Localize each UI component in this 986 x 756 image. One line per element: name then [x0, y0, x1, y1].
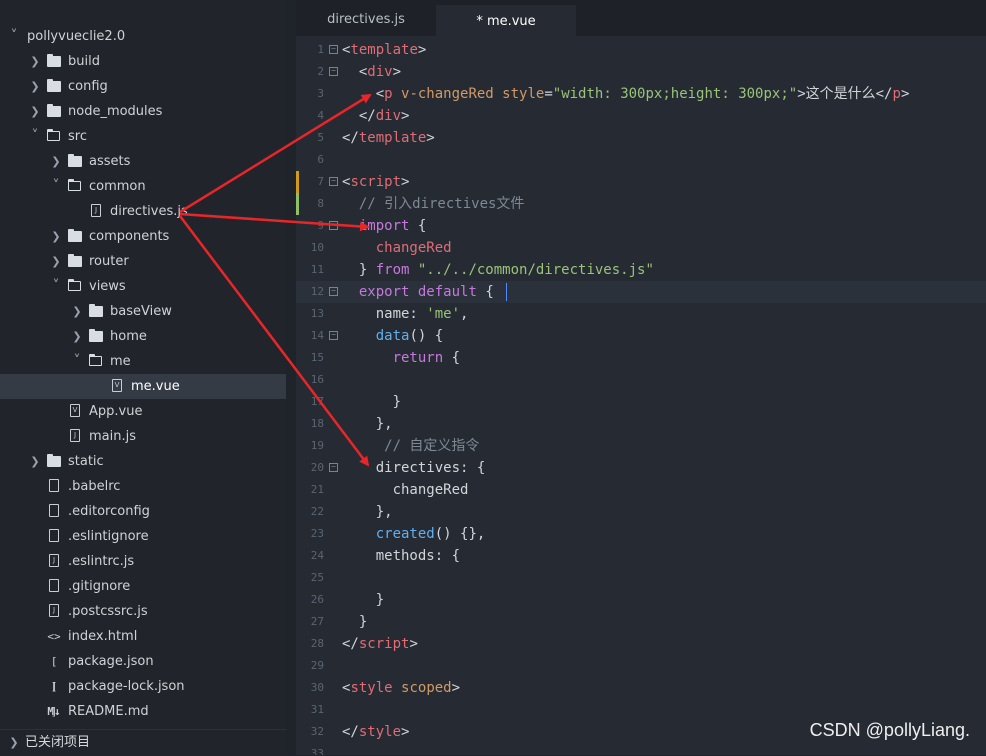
annotation-arrows	[179, 93, 372, 467]
arrow-to-import	[179, 212, 370, 232]
arrow-to-directive-usage	[179, 93, 372, 214]
arrow-to-directives-option	[179, 215, 370, 467]
